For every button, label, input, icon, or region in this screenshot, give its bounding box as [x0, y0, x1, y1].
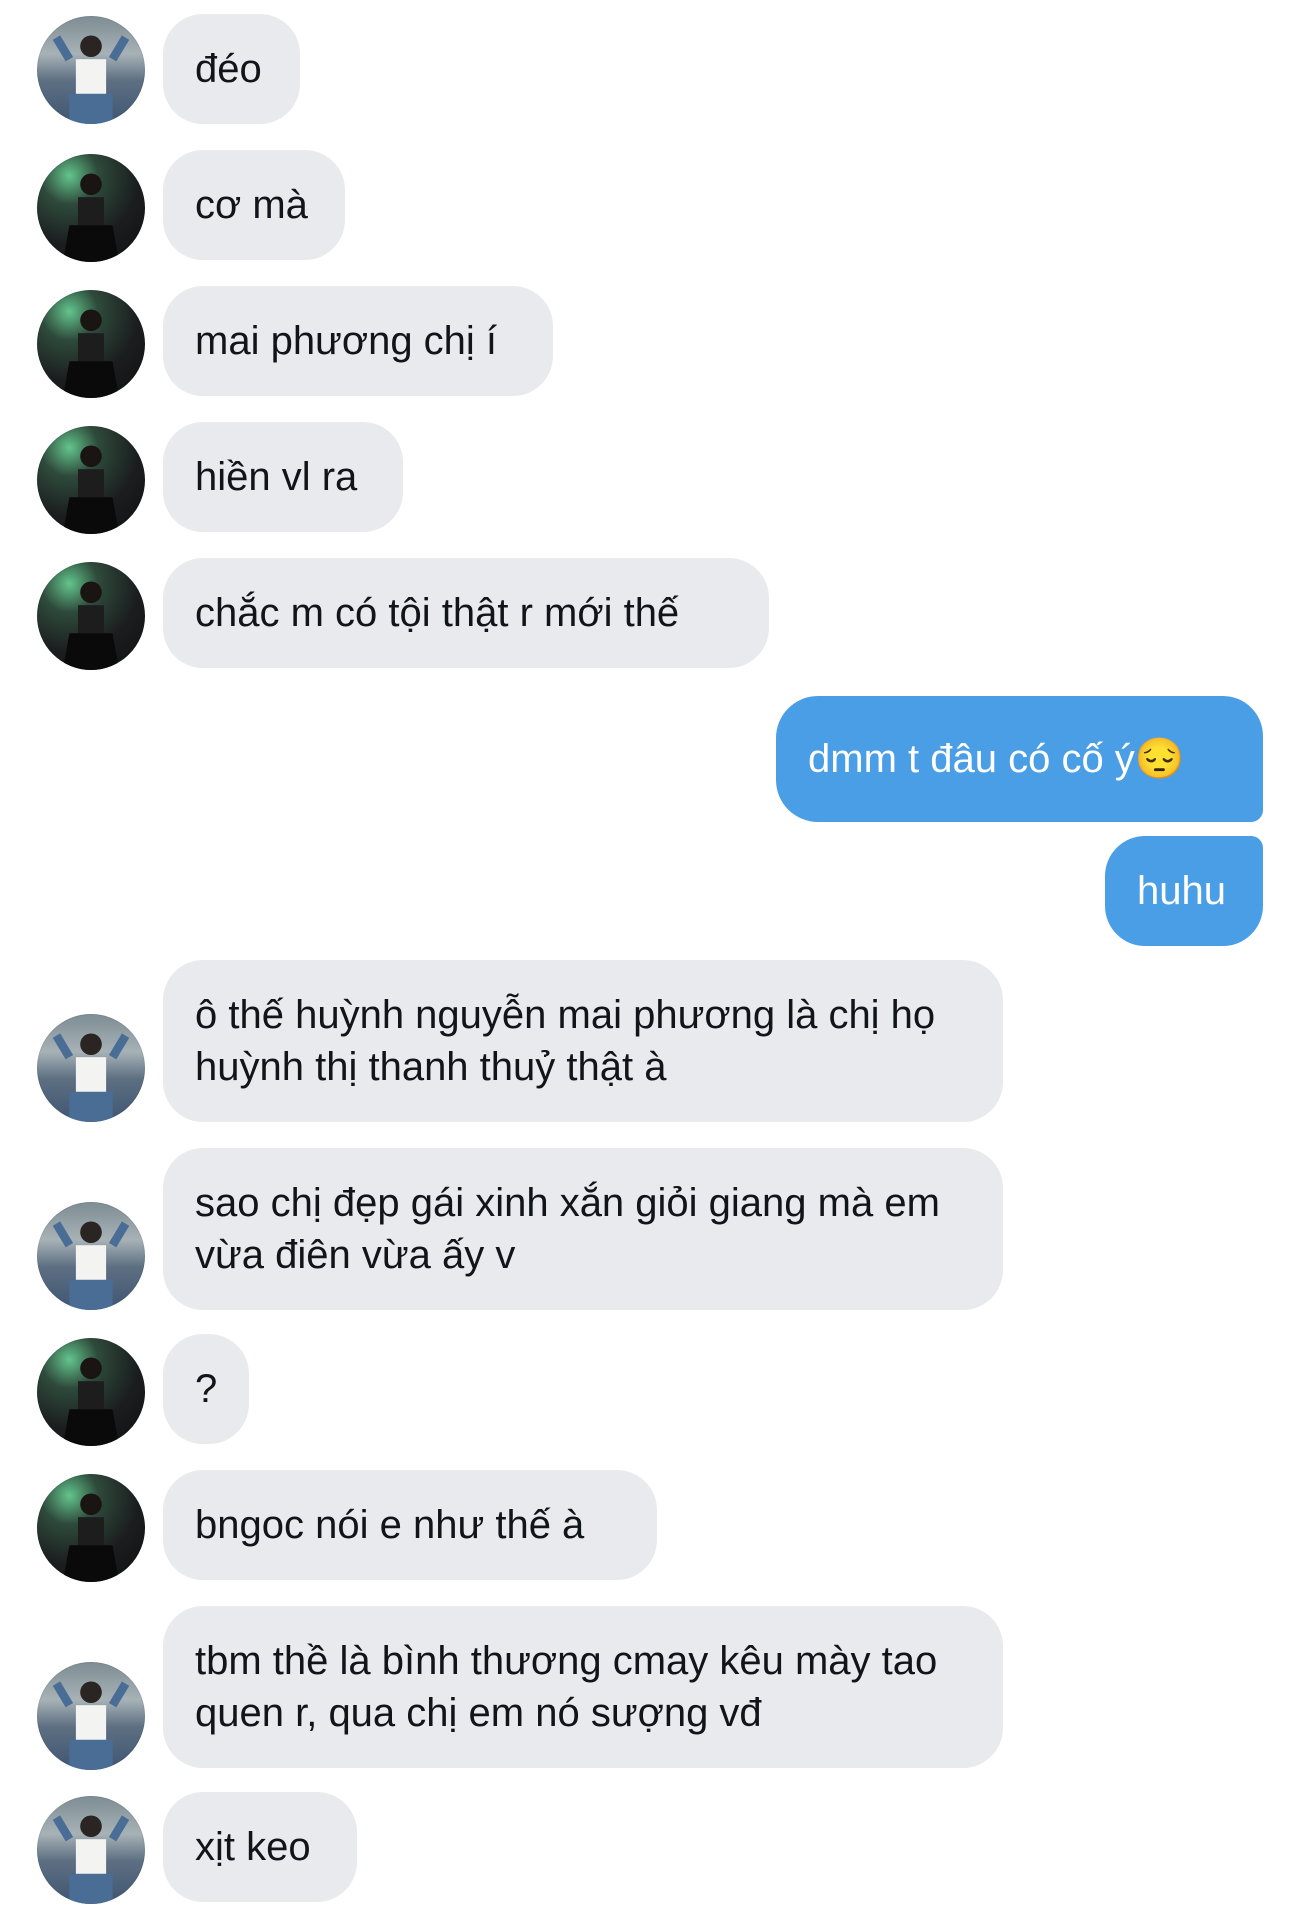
message-bubble[interactable]: tbm thề là bình thương cmay kêu mày tao … [163, 1606, 1003, 1768]
message-bubble[interactable]: ô thế huỳnh nguyễn mai phương là chị họ … [163, 960, 1003, 1122]
message-bubble[interactable]: xịt keo [163, 1792, 357, 1902]
friend-avatar[interactable] [37, 1202, 145, 1310]
message-text: dmm t đâu có cố ý😔 [808, 737, 1185, 781]
message-text: đéo [195, 47, 262, 91]
message-text: huhu [1137, 869, 1226, 913]
message-text: ô thế huỳnh nguyễn mai phương là chị họ … [195, 993, 936, 1089]
friend-avatar[interactable] [37, 1474, 145, 1582]
message-bubble[interactable]: mai phương chị í [163, 286, 553, 396]
friend-avatar[interactable] [37, 1014, 145, 1122]
friend-avatar[interactable] [37, 426, 145, 534]
message-bubble[interactable]: bngoc nói e như thế à [163, 1470, 657, 1580]
message-bubble[interactable]: cơ mà [163, 150, 345, 260]
friend-avatar[interactable] [37, 1338, 145, 1446]
message-text: mai phương chị í [195, 319, 498, 363]
friend-avatar[interactable] [37, 154, 145, 262]
message-bubble[interactable]: ? [163, 1334, 249, 1444]
message-text: hiền vl ra [195, 455, 358, 499]
message-bubble[interactable]: đéo [163, 14, 300, 124]
message-text: ? [195, 1367, 218, 1411]
outgoing-message-bubble[interactable]: huhu [1105, 836, 1263, 946]
message-text: xịt keo [195, 1825, 311, 1869]
message-text: sao chị đẹp gái xinh xắn giỏi giang mà e… [195, 1181, 940, 1277]
message-text: tbm thề là bình thương cmay kêu mày tao … [195, 1639, 938, 1735]
message-bubble[interactable]: sao chị đẹp gái xinh xắn giỏi giang mà e… [163, 1148, 1003, 1310]
message-text: bngoc nói e như thế à [195, 1503, 585, 1547]
outgoing-message-bubble[interactable]: dmm t đâu có cố ý😔 [776, 696, 1263, 822]
message-text: chắc m có tội thật r mới thế [195, 591, 680, 635]
message-bubble[interactable]: hiền vl ra [163, 422, 403, 532]
friend-avatar[interactable] [37, 1796, 145, 1904]
friend-avatar[interactable] [37, 16, 145, 124]
message-text: cơ mà [195, 183, 308, 227]
message-bubble[interactable]: chắc m có tội thật r mới thế [163, 558, 769, 668]
friend-avatar[interactable] [37, 290, 145, 398]
friend-avatar[interactable] [37, 1662, 145, 1770]
friend-avatar[interactable] [37, 562, 145, 670]
